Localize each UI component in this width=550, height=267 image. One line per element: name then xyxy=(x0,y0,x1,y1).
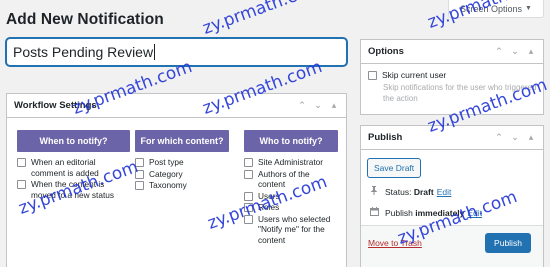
option-editorial-comment[interactable]: When an editorial comment is added xyxy=(17,157,130,178)
checkbox[interactable] xyxy=(244,214,253,224)
who-to-notify-options: Site Administrator Authors of the conten… xyxy=(244,157,338,246)
workflow-settings-title: Workflow Settings xyxy=(14,100,97,111)
screen-options-button[interactable]: Screen Options ▼ xyxy=(448,0,544,18)
option-category[interactable]: Category xyxy=(135,169,229,180)
option-users[interactable]: Users xyxy=(244,191,338,202)
workflow-settings-box: Workflow Settings ⌃ ⌄ ▴ When to notify? … xyxy=(6,93,347,267)
status-row: Status: Draft Edit xyxy=(369,186,451,197)
publish-button[interactable]: Publish xyxy=(485,233,531,253)
move-down-icon[interactable]: ⌄ xyxy=(313,100,323,111)
options-box: Options ⌃ ⌄ ▴ Skip current user Skip not… xyxy=(360,39,544,115)
skip-current-user-option[interactable]: Skip current user xyxy=(368,70,446,80)
option-post-type[interactable]: Post type xyxy=(135,157,229,168)
move-up-icon[interactable]: ⌃ xyxy=(494,132,504,143)
option-status-change[interactable]: When the content is moved to a new statu… xyxy=(17,179,130,200)
publish-edit-link[interactable]: Edit xyxy=(467,208,482,218)
pin-icon xyxy=(369,186,379,197)
skip-current-user-label: Skip current user xyxy=(382,70,447,80)
workflow-settings-header: Workflow Settings ⌃ ⌄ ▴ xyxy=(7,94,346,118)
checkbox[interactable] xyxy=(244,203,253,212)
text-caret xyxy=(154,44,156,60)
publish-title: Publish xyxy=(368,132,403,143)
options-title: Options xyxy=(368,46,404,57)
option-taxonomy[interactable]: Taxonomy xyxy=(135,180,229,191)
triangle-down-icon: ▼ xyxy=(525,5,532,12)
status-label: Status: xyxy=(385,186,412,197)
publish-label: Publish xyxy=(385,207,413,218)
collapse-toggle-icon[interactable]: ▴ xyxy=(526,132,536,143)
move-up-icon[interactable]: ⌃ xyxy=(297,100,307,111)
move-up-icon[interactable]: ⌃ xyxy=(494,46,504,57)
checkbox[interactable] xyxy=(135,158,144,167)
skip-current-user-description: Skip notifications for the user who trig… xyxy=(383,83,537,103)
watermark: zy.prmath.com xyxy=(200,0,325,39)
checkbox[interactable] xyxy=(244,191,253,201)
publish-box: Publish ⌃ ⌄ ▴ Save Draft Status: Draft E… xyxy=(360,125,544,267)
collapse-toggle-icon[interactable]: ▴ xyxy=(526,46,536,57)
when-to-notify-header: When to notify? xyxy=(17,130,130,152)
move-to-trash-link[interactable]: Move to Trash xyxy=(368,238,422,248)
page-title: Add New Notification xyxy=(6,11,164,28)
screen-options-label: Screen Options xyxy=(460,3,523,14)
status-edit-link[interactable]: Edit xyxy=(437,187,452,197)
skip-current-user-checkbox[interactable] xyxy=(368,71,377,80)
status-value: Draft xyxy=(413,186,434,197)
for-which-content-options: Post type Category Taxonomy xyxy=(135,157,229,192)
option-roles[interactable]: Roles xyxy=(244,202,338,213)
for-which-content-header: For which content? xyxy=(135,130,229,152)
collapse-toggle-icon[interactable]: ▴ xyxy=(329,100,339,111)
publish-value: immediately xyxy=(415,207,465,218)
publish-header: Publish ⌃ ⌄ ▴ xyxy=(361,126,543,150)
option-notify-me-users[interactable]: Users who selected "Notify me" for the c… xyxy=(244,214,338,246)
publish-time-row: Publish immediately Edit xyxy=(369,207,482,218)
calendar-icon xyxy=(369,207,379,218)
save-draft-button[interactable]: Save Draft xyxy=(367,158,422,178)
move-down-icon[interactable]: ⌄ xyxy=(510,132,520,143)
when-to-notify-options: When an editorial comment is added When … xyxy=(17,157,130,201)
title-input-value: Posts Pending Review xyxy=(13,44,154,60)
option-authors[interactable]: Authors of the content xyxy=(244,169,338,190)
option-site-administrator[interactable]: Site Administrator xyxy=(244,157,338,168)
who-to-notify-header: Who to notify? xyxy=(244,130,338,152)
checkbox[interactable] xyxy=(17,158,26,167)
options-header: Options ⌃ ⌄ ▴ xyxy=(361,40,543,64)
checkbox[interactable] xyxy=(244,169,253,179)
move-down-icon[interactable]: ⌄ xyxy=(510,46,520,57)
checkbox[interactable] xyxy=(135,169,144,179)
checkbox[interactable] xyxy=(135,181,144,190)
publish-actions: Move to Trash Publish xyxy=(361,225,543,267)
checkbox[interactable] xyxy=(244,158,253,167)
notification-title-input[interactable]: Posts Pending Review xyxy=(6,38,347,66)
checkbox[interactable] xyxy=(17,180,26,189)
